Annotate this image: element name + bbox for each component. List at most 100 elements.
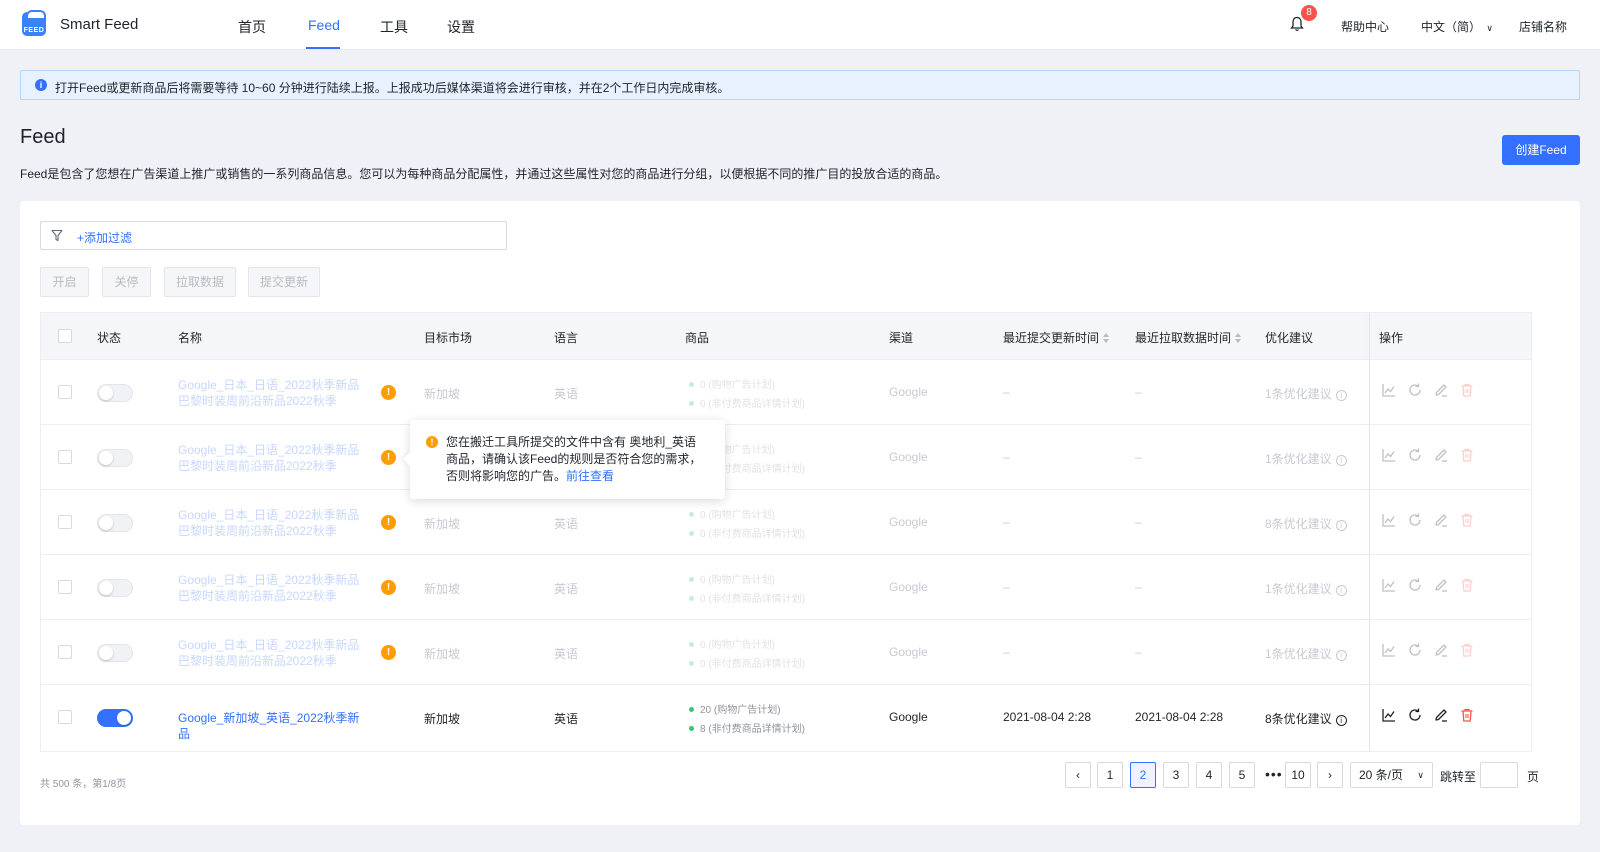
chart-icon[interactable] [1381,642,1397,658]
feed-name-link[interactable]: Google_日本_日语_2022秋季新品巴黎时装周前沿新品2022秋季 [178,507,368,539]
edit-icon[interactable] [1433,382,1449,398]
suggestion-cell[interactable]: 8条优化建议 i [1265,515,1347,532]
feed-name-link[interactable]: Google_新加坡_英语_2022秋季新品 [178,710,368,742]
channel-cell: Google [889,450,928,464]
page-unit-label: 页 [1527,770,1540,784]
chart-icon[interactable] [1381,382,1397,398]
suggestion-cell[interactable]: 1条优化建议 i [1265,450,1347,467]
page-3[interactable]: 3 [1163,762,1189,788]
chart-icon[interactable] [1381,447,1397,463]
edit-icon[interactable] [1433,577,1449,593]
row-checkbox[interactable] [58,385,72,399]
delete-icon[interactable] [1459,382,1475,398]
row-checkbox[interactable] [58,645,72,659]
language-selector[interactable]: 中文（简） ∨ [1421,18,1493,35]
submit-update-button[interactable]: 提交更新 [248,267,320,297]
page-4[interactable]: 4 [1196,762,1222,788]
nav-settings[interactable]: 设置 [447,17,475,37]
edit-icon[interactable] [1433,642,1449,658]
disable-button[interactable]: 关停 [102,267,151,297]
store-name[interactable]: 店铺名称 [1519,18,1567,35]
go-view-link[interactable]: 前往查看 [566,469,614,483]
prev-page-button[interactable]: ‹ [1065,762,1091,788]
table-row[interactable]: Google_日本_日语_2022秋季新品巴黎时装周前沿新品2022秋季!新加坡… [41,359,1531,424]
chart-icon[interactable] [1381,707,1397,723]
create-feed-button[interactable]: 创建Feed [1502,135,1580,165]
info-icon[interactable]: i [1335,520,1347,531]
select-all-checkbox[interactable] [58,329,72,343]
warning-icon[interactable]: ! [381,385,396,400]
row-checkbox[interactable] [58,580,72,594]
page-10[interactable]: 10 [1285,762,1311,788]
delete-icon[interactable] [1459,512,1475,528]
pagination-ellipsis[interactable]: ••• [1265,766,1283,782]
delete-icon[interactable] [1459,447,1475,463]
table-row[interactable]: Google_日本_日语_2022秋季新品巴黎时装周前沿新品2022秋季!新加坡… [41,554,1531,619]
table-row[interactable]: Google_日本_日语_2022秋季新品巴黎时装周前沿新品2022秋季!新加坡… [41,489,1531,554]
feed-name-link[interactable]: Google_日本_日语_2022秋季新品巴黎时装周前沿新品2022秋季 [178,442,368,474]
status-toggle[interactable] [97,709,133,727]
info-icon[interactable]: i [1335,650,1347,661]
chart-icon[interactable] [1381,577,1397,593]
next-page-button[interactable]: › [1317,762,1343,788]
warning-icon[interactable]: ! [381,645,396,660]
page-2[interactable]: 2 [1130,762,1156,788]
header-last-pull[interactable]: 最近拉取数据时间 [1135,329,1242,346]
suggestion-cell[interactable]: 1条优化建议 i [1265,645,1347,662]
status-toggle[interactable] [97,579,133,597]
nav-feed[interactable]: Feed [308,17,340,33]
sync-icon[interactable] [1407,512,1423,528]
enable-button[interactable]: 开启 [40,267,89,297]
delete-icon[interactable] [1459,577,1475,593]
warning-icon[interactable]: ! [381,450,396,465]
delete-icon[interactable] [1459,707,1475,723]
help-center-link[interactable]: 帮助中心 [1341,18,1389,35]
bell-icon[interactable] [1290,16,1304,32]
header-last-submit[interactable]: 最近提交更新时间 [1003,329,1110,346]
status-toggle[interactable] [97,514,133,532]
row-checkbox[interactable] [58,450,72,464]
suggestion-cell[interactable]: 1条优化建议 i [1265,385,1347,402]
edit-icon[interactable] [1433,707,1449,723]
status-toggle[interactable] [97,449,133,467]
sync-icon[interactable] [1407,642,1423,658]
info-icon[interactable]: i [1335,585,1347,596]
edit-icon[interactable] [1433,447,1449,463]
info-icon[interactable]: i [1335,715,1347,726]
table-row[interactable]: Google_日本_日语_2022秋季新品巴黎时装周前沿新品2022秋季!新加坡… [41,424,1531,489]
nav-home[interactable]: 首页 [238,17,266,37]
jump-page-input[interactable] [1480,762,1518,788]
page-5[interactable]: 5 [1229,762,1255,788]
pull-data-button[interactable]: 拉取数据 [164,267,236,297]
page-1[interactable]: 1 [1097,762,1123,788]
warning-icon[interactable]: ! [381,515,396,530]
feed-name-link[interactable]: Google_日本_日语_2022秋季新品巴黎时装周前沿新品2022秋季 [178,637,368,669]
top-navigation-bar: FEED Smart Feed 首页 Feed 工具 设置 8 帮助中心 中文（… [0,0,1600,50]
table-row[interactable]: Google_新加坡_英语_2022秋季新品 新加坡 英语 20 (购物广告计划) 8 … [41,684,1531,749]
nav-tools[interactable]: 工具 [380,17,408,37]
page-size-select[interactable]: 20 条/页 ∨ [1350,762,1433,788]
sync-icon[interactable] [1407,382,1423,398]
sync-icon[interactable] [1407,577,1423,593]
add-filter-input[interactable]: +添加过滤 [40,221,507,250]
feed-name-link[interactable]: Google_日本_日语_2022秋季新品巴黎时装周前沿新品2022秋季 [178,377,368,409]
status-toggle[interactable] [97,644,133,662]
suggestion-cell[interactable]: 1条优化建议 i [1265,580,1347,597]
sync-icon[interactable] [1407,447,1423,463]
row-checkbox[interactable] [58,515,72,529]
feed-logo-icon[interactable]: FEED [22,10,46,36]
table-row[interactable]: Google_日本_日语_2022秋季新品巴黎时装周前沿新品2022秋季!新加坡… [41,619,1531,684]
row-checkbox[interactable] [58,710,72,724]
sort-icon[interactable] [1235,333,1242,343]
suggestion-cell[interactable]: 8条优化建议 i [1265,710,1347,727]
chart-icon[interactable] [1381,512,1397,528]
sort-icon[interactable] [1103,333,1110,343]
info-icon[interactable]: i [1335,390,1347,401]
info-icon[interactable]: i [1335,455,1347,466]
sync-icon[interactable] [1407,707,1423,723]
status-toggle[interactable] [97,384,133,402]
warning-icon[interactable]: ! [381,580,396,595]
edit-icon[interactable] [1433,512,1449,528]
feed-name-link[interactable]: Google_日本_日语_2022秋季新品巴黎时装周前沿新品2022秋季 [178,572,368,604]
delete-icon[interactable] [1459,642,1475,658]
